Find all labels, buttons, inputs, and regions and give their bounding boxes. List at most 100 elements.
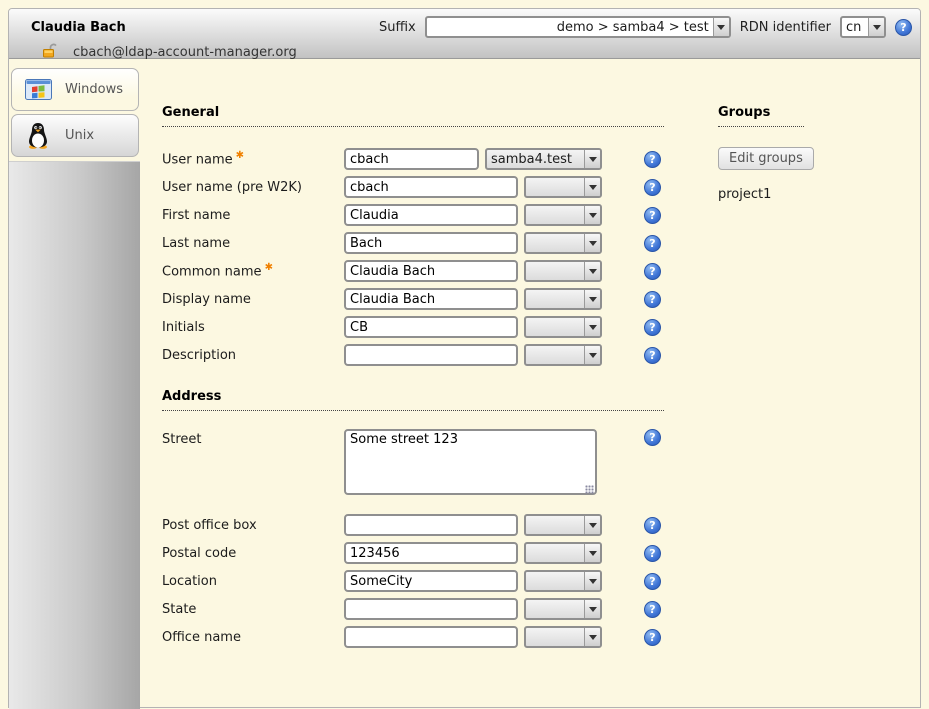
- help-icon[interactable]: ?: [644, 151, 661, 168]
- field-label: First name: [162, 208, 230, 223]
- field-input[interactable]: [344, 542, 518, 564]
- help-icon[interactable]: ?: [644, 429, 661, 446]
- help-icon[interactable]: ?: [644, 179, 661, 196]
- chevron-down-icon: [584, 346, 600, 364]
- field-input[interactable]: [344, 570, 518, 592]
- domain-select-value: samba4.test: [487, 152, 584, 167]
- form-row: Common name✱ ?: [162, 257, 664, 285]
- chevron-down-icon: [713, 18, 729, 36]
- section-address-heading: Address: [162, 389, 664, 411]
- tux-icon: [24, 122, 52, 149]
- form-row: User name✱ samba4.test ?: [162, 145, 664, 173]
- lam-user-edit-window: Claudia Bach Suffix demo > samba4 > test…: [8, 8, 921, 708]
- header-band: Claudia Bach Suffix demo > samba4 > test…: [9, 9, 920, 59]
- resize-grip-icon[interactable]: [585, 485, 594, 494]
- help-icon[interactable]: ?: [644, 319, 661, 336]
- form-row: Location ?: [162, 567, 664, 595]
- chevron-down-icon: [584, 572, 600, 590]
- windows-logo-icon: [24, 79, 52, 100]
- help-icon[interactable]: ?: [644, 347, 661, 364]
- tab-windows[interactable]: Windows: [11, 68, 139, 111]
- field-input[interactable]: [344, 232, 518, 254]
- form-row: Office name ?: [162, 623, 664, 651]
- required-marker: ✱: [236, 150, 244, 161]
- field-input[interactable]: [344, 626, 518, 648]
- help-icon[interactable]: ?: [644, 517, 661, 534]
- field-label: Location: [162, 574, 217, 589]
- form-row: Description ?: [162, 341, 664, 369]
- field-label: Last name: [162, 236, 230, 251]
- field-input[interactable]: [344, 316, 518, 338]
- sidebar-filler: [9, 161, 140, 709]
- field-label: Post office box: [162, 518, 257, 533]
- help-icon[interactable]: ?: [644, 573, 661, 590]
- tab-unix[interactable]: Unix: [11, 114, 139, 157]
- field-label: User name: [162, 153, 233, 168]
- field-label: Postal code: [162, 546, 236, 561]
- domain-select[interactable]: [524, 288, 602, 310]
- field-input[interactable]: [344, 176, 518, 198]
- help-icon[interactable]: ?: [644, 263, 661, 280]
- domain-select[interactable]: [524, 542, 602, 564]
- field-input[interactable]: [344, 598, 518, 620]
- suffix-select-value: demo > samba4 > test: [427, 20, 713, 35]
- account-form: General User name✱ samba4.test ? User na…: [162, 59, 664, 709]
- field-input[interactable]: [344, 204, 518, 226]
- help-icon[interactable]: ?: [644, 207, 661, 224]
- domain-select[interactable]: samba4.test: [485, 148, 602, 170]
- chevron-down-icon: [584, 290, 600, 308]
- form-row: Initials ?: [162, 313, 664, 341]
- address-fields: Post office box ? Postal code ? Location: [162, 511, 664, 651]
- domain-select[interactable]: [524, 204, 602, 226]
- rdn-identifier-select[interactable]: cn: [840, 16, 886, 38]
- domain-select[interactable]: [524, 514, 602, 536]
- field-input[interactable]: [344, 288, 518, 310]
- form-row: Last name ?: [162, 229, 664, 257]
- form-row: Display name ?: [162, 285, 664, 313]
- field-label: Street: [162, 429, 344, 447]
- domain-select[interactable]: [524, 316, 602, 338]
- tab-unix-label: Unix: [65, 128, 94, 143]
- chevron-down-icon: [584, 206, 600, 224]
- field-label: Common name: [162, 265, 262, 280]
- form-row: Post office box ?: [162, 511, 664, 539]
- help-icon[interactable]: ?: [644, 545, 661, 562]
- rdn-select-value: cn: [842, 20, 868, 35]
- groups-heading: Groups: [718, 105, 804, 127]
- domain-select[interactable]: [524, 232, 602, 254]
- form-row: Postal code ?: [162, 539, 664, 567]
- field-label: Description: [162, 348, 236, 363]
- domain-select[interactable]: [524, 260, 602, 282]
- domain-select[interactable]: [524, 176, 602, 198]
- chevron-down-icon: [584, 262, 600, 280]
- form-row: First name ?: [162, 201, 664, 229]
- module-tab-sidebar: Windows Unix: [9, 59, 140, 709]
- account-email: cbach@ldap-account-manager.org: [73, 45, 297, 60]
- form-row-street: Street ?: [162, 429, 664, 499]
- help-icon[interactable]: ?: [644, 601, 661, 618]
- rdn-identifier-label: RDN identifier: [740, 20, 831, 35]
- field-input[interactable]: [344, 148, 479, 170]
- group-list: project1: [718, 187, 888, 202]
- field-input[interactable]: [344, 344, 518, 366]
- domain-select[interactable]: [524, 344, 602, 366]
- suffix-select[interactable]: demo > samba4 > test: [425, 16, 731, 38]
- general-fields: User name✱ samba4.test ? User name (pre …: [162, 145, 664, 369]
- page-title: Claudia Bach: [23, 20, 126, 35]
- field-input[interactable]: [344, 514, 518, 536]
- help-icon[interactable]: ?: [644, 235, 661, 252]
- domain-select[interactable]: [524, 570, 602, 592]
- chevron-down-icon: [868, 18, 884, 36]
- chevron-down-icon: [584, 150, 600, 168]
- field-label: User name (pre W2K): [162, 180, 302, 195]
- chevron-down-icon: [584, 544, 600, 562]
- field-input[interactable]: [344, 260, 518, 282]
- help-icon[interactable]: ?: [644, 629, 661, 646]
- group-item: project1: [718, 187, 888, 202]
- domain-select[interactable]: [524, 598, 602, 620]
- help-icon[interactable]: ?: [644, 291, 661, 308]
- help-icon[interactable]: ?: [895, 19, 912, 36]
- domain-select[interactable]: [524, 626, 602, 648]
- edit-groups-button[interactable]: Edit groups: [718, 147, 814, 170]
- street-textarea[interactable]: [344, 429, 597, 495]
